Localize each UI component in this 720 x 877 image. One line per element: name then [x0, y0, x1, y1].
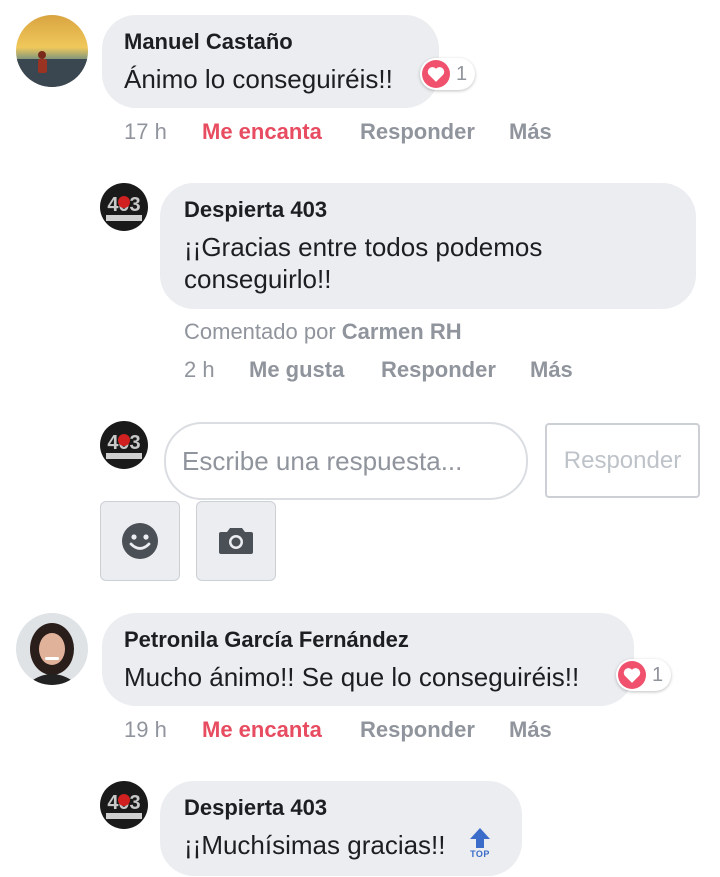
comment-bubble: Manuel Castaño Ánimo lo conseguiréis!!: [102, 15, 439, 108]
commented-by-name[interactable]: Carmen RH: [342, 319, 462, 344]
comment-author[interactable]: Manuel Castaño: [124, 29, 293, 55]
comment-time[interactable]: 17 h: [124, 119, 167, 145]
comment-text: Mucho ánimo!! Se que lo conseguiréis!!: [124, 662, 580, 692]
heart-icon: [422, 60, 450, 88]
comment-bubble: Despierta 403 ¡¡Gracias entre todos pode…: [160, 183, 696, 309]
commented-by: Comentado por Carmen RH: [184, 319, 462, 345]
love-reaction-button[interactable]: Me encanta: [202, 717, 322, 743]
comment-author[interactable]: Despierta 403: [184, 197, 327, 223]
camera-icon: [219, 528, 253, 554]
submit-reply-button[interactable]: Responder: [545, 423, 700, 498]
top-label: TOP: [470, 849, 490, 859]
comment-text: ¡¡Muchísimas gracias!!: [184, 830, 446, 860]
avatar-petronila[interactable]: [16, 613, 88, 685]
reaction-summary[interactable]: 1: [420, 58, 476, 90]
reply-button[interactable]: Responder: [360, 717, 475, 743]
avatar-manuel[interactable]: [16, 15, 88, 87]
reaction-count: 1: [456, 62, 468, 85]
love-reaction-button[interactable]: Me encanta: [202, 119, 322, 145]
reply-input-placeholder: Escribe una respuesta...: [182, 445, 463, 476]
reply-button[interactable]: Responder: [360, 119, 475, 145]
heart-icon: [618, 661, 646, 689]
emoji-button[interactable]: [100, 501, 180, 581]
comment-time[interactable]: 2 h: [184, 357, 215, 383]
reaction-summary[interactable]: 1: [616, 659, 672, 691]
comment-author[interactable]: Petronila García Fernández: [124, 627, 409, 653]
comment-time[interactable]: 19 h: [124, 717, 167, 743]
top-arrow-icon: TOP: [468, 827, 492, 863]
comment-text: ¡¡Gracias entre todos podemos conseguirl…: [184, 232, 543, 294]
comment-text: Ánimo lo conseguiréis!!: [124, 64, 393, 94]
comment-bubble: Petronila García Fernández Mucho ánimo!!…: [102, 613, 634, 706]
avatar-despierta-403[interactable]: 403: [100, 183, 148, 231]
avatar-despierta-403[interactable]: 403: [100, 781, 148, 829]
comment-author[interactable]: Despierta 403: [184, 795, 327, 821]
more-button[interactable]: Más: [509, 119, 552, 145]
avatar-despierta-403: 403: [100, 421, 148, 469]
reaction-count: 1: [652, 663, 664, 686]
smiley-icon: [122, 523, 158, 559]
reply-input[interactable]: Escribe una respuesta...: [164, 422, 528, 500]
comment-bubble: Despierta 403 ¡¡Muchísimas gracias!! TOP: [160, 781, 522, 876]
more-button[interactable]: Más: [509, 717, 552, 743]
reply-button[interactable]: Responder: [381, 357, 496, 383]
more-button[interactable]: Más: [530, 357, 573, 383]
photo-button[interactable]: [196, 501, 276, 581]
like-button[interactable]: Me gusta: [249, 357, 344, 383]
commented-by-prefix: Comentado por: [184, 319, 336, 344]
